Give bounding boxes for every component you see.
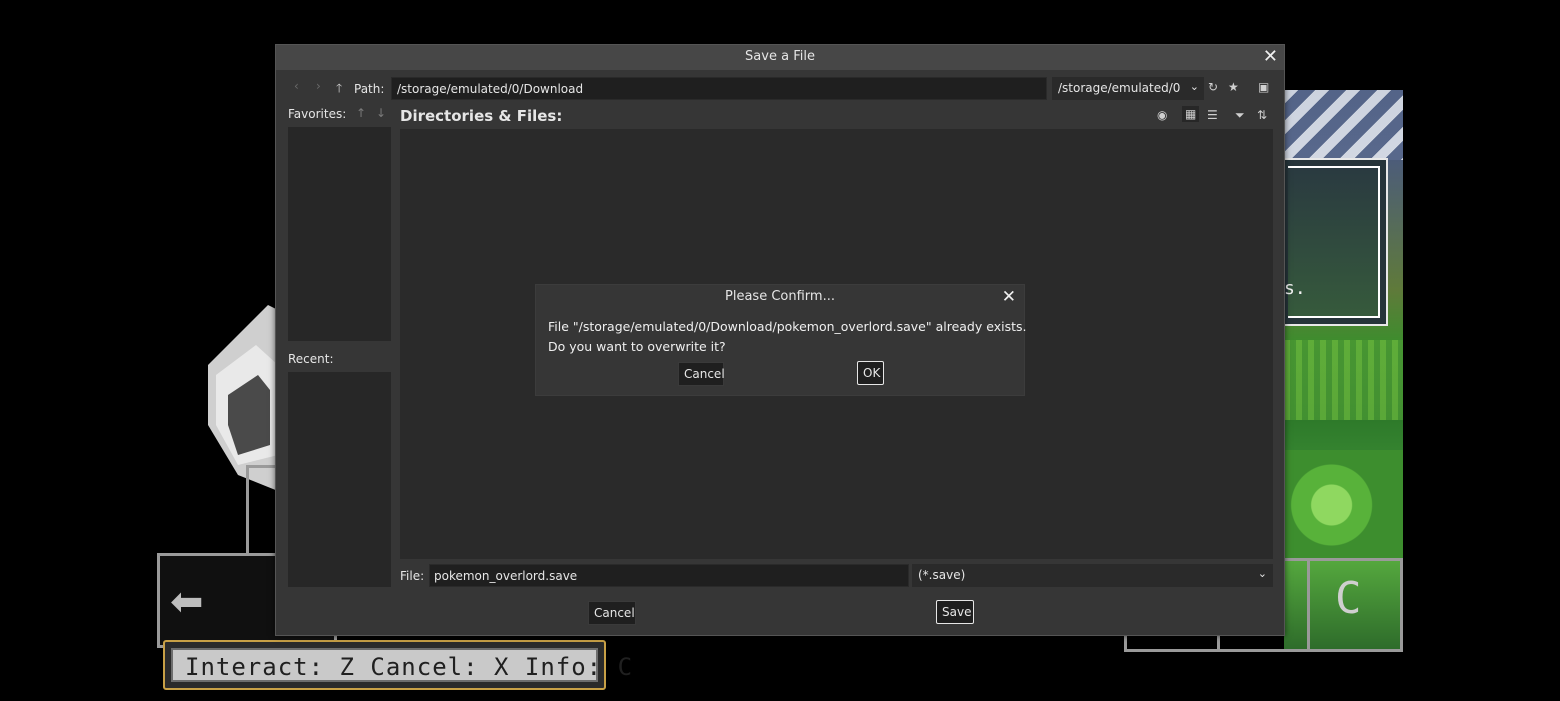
controls-hint-bar: Interact: Z Cancel: X Info: C [163,640,632,690]
filename-input[interactable]: pokemon_overlord.save [429,564,909,587]
favorites-list[interactable] [288,127,391,341]
left-arrow-icon: ⬅ [170,579,204,625]
list-view-icon[interactable]: ☰ [1207,108,1218,122]
file-type-value: (*.save) [918,568,966,582]
back-icon[interactable]: ‹ [294,79,299,93]
path-input[interactable]: /storage/emulated/0/Download [391,77,1047,100]
chevron-down-icon: ⌄ [1257,567,1267,580]
file-type-select[interactable]: (*.save) ⌄ [912,564,1273,587]
dialog-title: Save a File [745,49,815,64]
refresh-icon[interactable]: ↻ [1208,80,1218,94]
new-folder-icon[interactable]: ▣ [1258,80,1269,94]
dialog-titlebar: Save a File ✕ [276,45,1284,70]
close-icon[interactable]: ✕ [1263,46,1278,67]
directories-label: Directories & Files: [400,107,563,125]
path-toolbar: ‹ › 🡑 Path: /storage/emulated/0/Download… [282,77,1278,101]
confirm-cancel-button[interactable]: Cancel [678,362,725,386]
favorite-star-icon[interactable]: ★ [1228,80,1239,94]
confirm-message-line-1: File "/storage/emulated/0/Download/pokem… [548,319,1027,334]
recent-label: Recent: [288,352,334,366]
recent-list[interactable] [288,372,391,587]
file-label: File: [400,569,425,583]
drive-select[interactable]: /storage/emulated/0 ⌄ [1052,77,1204,100]
thumbnail-view-icon[interactable]: ▦ [1182,106,1200,122]
move-favorite-up-icon[interactable]: ↑ [356,106,366,120]
cancel-button[interactable]: Cancel [588,601,636,625]
close-icon[interactable]: ✕ [1002,287,1016,307]
show-hidden-icon[interactable]: ◉ [1157,108,1167,122]
path-label: Path: [354,82,385,96]
game-sign: s. [1284,158,1388,326]
chevron-down-icon: ⌄ [1189,80,1199,93]
confirm-message: File "/storage/emulated/0/Download/pokem… [548,317,1026,357]
filter-icon[interactable]: ⏷ [1235,108,1245,123]
confirm-title: Please Confirm... [725,289,835,304]
confirm-ok-button[interactable]: OK [857,361,884,385]
sign-text: s. [1284,278,1306,299]
confirm-message-line-2: Do you want to overwrite it? [548,339,726,354]
c-button-label[interactable]: C [1335,577,1362,621]
favorites-label: Favorites: [288,107,347,121]
move-favorite-down-icon[interactable]: ↓ [376,106,386,120]
drive-select-value: /storage/emulated/0 [1058,81,1181,95]
controls-hint-text: Interact: Z Cancel: X Info: C [185,653,634,681]
sort-icon[interactable]: ⇅ [1257,108,1267,122]
forward-icon[interactable]: › [316,79,321,93]
parent-directory-icon[interactable]: 🡑 [336,79,342,100]
overwrite-confirm-dialog: Please Confirm... ✕ File "/storage/emula… [535,284,1026,396]
save-button[interactable]: Save [936,600,974,624]
